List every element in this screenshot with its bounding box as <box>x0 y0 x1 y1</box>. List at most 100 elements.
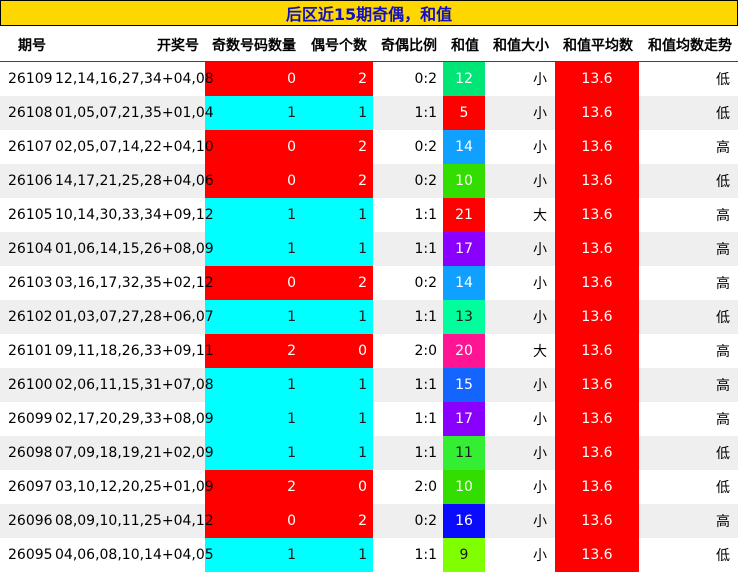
header-sum-average: 和值平均数 <box>555 28 639 62</box>
cell-ratio: 0:2 <box>414 275 437 291</box>
table-row: 26105 10,14,30,33,34+09,12 1 1 1:1 21 大 13.6 高 <box>0 198 738 232</box>
cell-even-count: 1 <box>302 538 373 572</box>
table-row: 26104 01,06,14,15,26+08,09 1 1 1:1 17 小 13.6 高 <box>0 232 738 266</box>
cell-issue: 26104 <box>0 232 55 266</box>
header-sum: 和值 <box>443 28 485 62</box>
cell-odd-count: 2 <box>205 470 302 504</box>
cell-numbers: 02,05,07,14,22+04,10 <box>55 139 214 155</box>
cell-average-trend: 低 <box>639 436 738 470</box>
header-row: 期号 开奖号 奇数号码数量 偶号个数 奇偶比例 和值 和值大小 和值平均数 和值… <box>0 28 738 62</box>
header-numbers: 开奖号 <box>55 28 205 62</box>
cell-issue: 26101 <box>8 343 53 359</box>
cell-numbers: 01,05,07,21,35+01,04 <box>55 96 214 130</box>
cell-average-trend: 低 <box>716 548 730 564</box>
cell-average-trend: 高 <box>716 276 730 292</box>
cell-numbers: 10,14,30,33,34+09,12 <box>55 207 214 223</box>
cell-sum-average: 13.6 <box>555 232 639 266</box>
cell-average-trend: 高 <box>639 504 738 538</box>
cell-sum: 14 <box>443 130 485 164</box>
cell-sum: 15 <box>443 368 485 402</box>
header-odd-count: 奇数号码数量 <box>205 28 302 62</box>
cell-sum: 17 <box>443 232 485 266</box>
results-table: 期号 开奖号 奇数号码数量 偶号个数 奇偶比例 和值 和值大小 和值平均数 和值… <box>0 28 738 572</box>
table-row: 26108 01,05,07,21,35+01,04 1 1 1:1 5 小 13.6 低 <box>0 96 738 130</box>
cell-issue: 26109 <box>8 71 53 87</box>
cell-sum-average: 13.6 <box>555 164 639 198</box>
table-row: 26101 09,11,18,26,33+09,11 2 0 2:0 20 大 13.6 高 <box>0 334 738 368</box>
cell-odd-count: 1 <box>205 538 302 572</box>
table-row: 26100 02,06,11,15,31+07,08 1 1 1:1 15 小 13.6 高 <box>0 368 738 402</box>
cell-issue: 26102 <box>0 300 55 334</box>
cell-sum-size: 小 <box>485 164 555 198</box>
cell-sum-average: 13.6 <box>555 266 639 300</box>
cell-even-count: 0 <box>302 470 373 504</box>
cell-ratio: 1:1 <box>373 96 443 130</box>
cell-issue: 26099 <box>8 411 53 427</box>
cell-average-trend: 低 <box>639 164 738 198</box>
cell-even-count: 1 <box>302 368 373 402</box>
cell-even-count: 2 <box>302 504 373 538</box>
cell-ratio: 2:0 <box>414 343 437 359</box>
title-bar: 后区近15期奇偶，和值 <box>0 0 738 26</box>
table-row: 26109 12,14,16,27,34+04,08 0 2 0:2 12 小 13.6 低 <box>0 61 738 96</box>
header-even-count: 偶号个数 <box>302 28 373 62</box>
cell-even-count: 1 <box>302 198 373 232</box>
cell-odd-count: 0 <box>205 164 302 198</box>
cell-ratio: 0:2 <box>414 139 437 155</box>
cell-sum: 9 <box>443 538 485 572</box>
cell-numbers: 02,17,20,29,33+08,09 <box>55 411 214 427</box>
cell-issue: 26096 <box>0 504 55 538</box>
cell-even-count: 2 <box>302 266 373 300</box>
cell-average-trend: 低 <box>716 480 730 496</box>
cell-odd-count: 1 <box>205 402 302 436</box>
cell-sum-size: 小 <box>533 412 547 428</box>
cell-sum-average: 13.6 <box>555 470 639 504</box>
header-average-trend: 和值均数走势 <box>639 28 738 62</box>
cell-average-trend: 低 <box>639 96 738 130</box>
cell-odd-count: 1 <box>205 436 302 470</box>
cell-even-count: 1 <box>302 402 373 436</box>
cell-even-count: 2 <box>302 130 373 164</box>
cell-issue: 26100 <box>0 368 55 402</box>
cell-ratio: 2:0 <box>414 479 437 495</box>
cell-sum-size: 小 <box>533 72 547 88</box>
cell-sum-size: 小 <box>533 480 547 496</box>
cell-sum: 14 <box>443 266 485 300</box>
cell-issue: 26098 <box>0 436 55 470</box>
cell-sum-size: 小 <box>485 300 555 334</box>
table-row: 26099 02,17,20,29,33+08,09 1 1 1:1 17 小 13.6 高 <box>0 402 738 436</box>
cell-odd-count: 0 <box>205 61 302 96</box>
table-row: 26096 08,09,10,11,25+04,12 0 2 0:2 16 小 13.6 高 <box>0 504 738 538</box>
cell-odd-count: 0 <box>205 266 302 300</box>
cell-even-count: 2 <box>302 61 373 96</box>
cell-sum: 10 <box>443 470 485 504</box>
cell-sum: 11 <box>443 436 485 470</box>
cell-average-trend: 高 <box>716 140 730 156</box>
cell-issue: 26103 <box>8 275 53 291</box>
cell-sum: 12 <box>443 61 485 96</box>
cell-ratio: 1:1 <box>414 547 437 563</box>
cell-numbers: 01,06,14,15,26+08,09 <box>55 232 214 266</box>
cell-odd-count: 1 <box>205 96 302 130</box>
cell-issue: 26106 <box>0 164 55 198</box>
cell-numbers: 12,14,16,27,34+04,08 <box>55 71 214 87</box>
cell-sum-average: 13.6 <box>555 96 639 130</box>
cell-sum-average: 13.6 <box>555 334 639 368</box>
cell-numbers: 14,17,21,25,28+04,06 <box>55 164 214 198</box>
cell-issue: 26097 <box>8 479 53 495</box>
cell-sum: 21 <box>443 198 485 232</box>
cell-sum-average: 13.6 <box>555 436 639 470</box>
cell-even-count: 2 <box>302 164 373 198</box>
cell-sum: 17 <box>443 402 485 436</box>
cell-sum: 13 <box>443 300 485 334</box>
table-row: 26098 07,09,18,19,21+02,09 1 1 1:1 11 小 13.6 低 <box>0 436 738 470</box>
cell-sum: 20 <box>443 334 485 368</box>
cell-sum-average: 13.6 <box>555 61 639 96</box>
cell-sum-average: 13.6 <box>555 402 639 436</box>
cell-numbers: 08,09,10,11,25+04,12 <box>55 504 214 538</box>
cell-sum-average: 13.6 <box>555 198 639 232</box>
cell-numbers: 02,06,11,15,31+07,08 <box>55 368 214 402</box>
cell-ratio: 0:2 <box>373 504 443 538</box>
cell-sum-size: 小 <box>485 436 555 470</box>
cell-odd-count: 0 <box>205 130 302 164</box>
